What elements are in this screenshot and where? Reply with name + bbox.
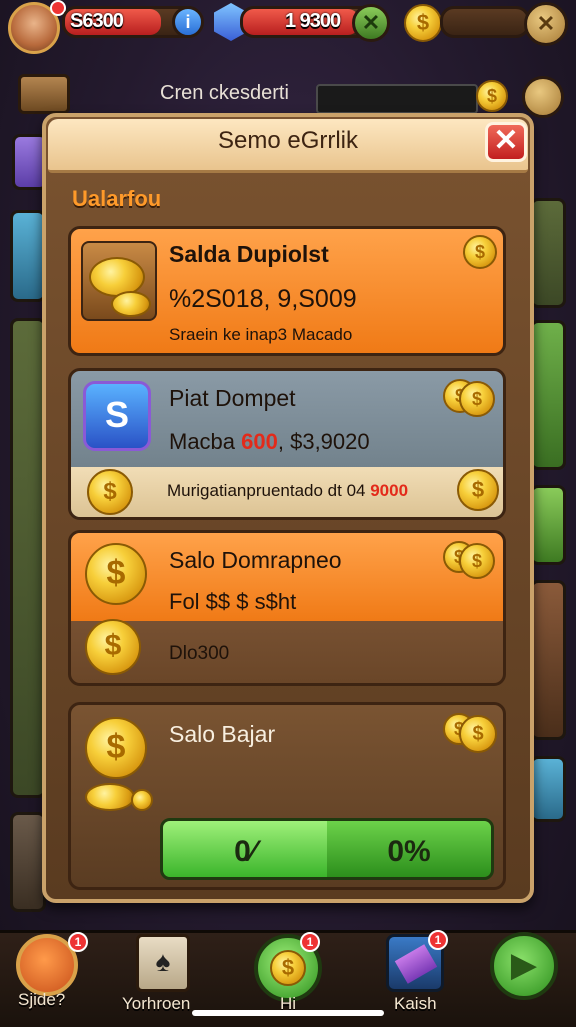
card-2-footer: $ Murigatianpruentado dt 04 9000 $: [71, 467, 503, 517]
balance-mid-value: 1 9300: [285, 10, 341, 32]
nav-item-3-label[interactable]: Kaish: [394, 994, 437, 1014]
progress-left-label: 0⁄: [234, 835, 256, 868]
side-tile-right-4[interactable]: [530, 580, 566, 740]
card-2-line: Macba 600, $3,9020: [169, 429, 370, 455]
nav-item-0-label[interactable]: Sjide?: [18, 990, 65, 1010]
gem-badge-icon: S: [83, 381, 151, 451]
side-tile-right-3[interactable]: [530, 485, 566, 565]
close-x-icon: ✕: [361, 10, 381, 35]
wallet-card-2[interactable]: S Piat Dompet Macba 600, $3,9020 $ $ $ M…: [68, 368, 506, 520]
chest-icon[interactable]: [18, 74, 70, 114]
card-2-line-prefix: Macba: [169, 429, 242, 454]
cards-icon[interactable]: ♠: [136, 934, 190, 992]
card-3-footer: Dlo300: [169, 643, 230, 664]
coin-icon: $: [459, 543, 495, 579]
modal-close-button[interactable]: ✕: [485, 122, 527, 162]
top-bar: S6300 i 1 9300 ✕ $ ✕: [0, 0, 576, 54]
coin-icon: $: [457, 469, 499, 511]
card-1-subtext: Sraein ke inap3 Macado: [169, 325, 353, 344]
side-tile-left-3[interactable]: [10, 318, 46, 798]
card-2-line-suffix: , $3,9020: [277, 429, 370, 454]
card-4-title: Salo Bajar: [169, 721, 276, 747]
coin-icon: $: [87, 469, 133, 515]
info-button[interactable]: i: [172, 6, 204, 38]
nav-item-0-badge: 1: [68, 932, 88, 952]
sub-bar-field: [316, 84, 478, 114]
coin-stack-icon: [85, 783, 135, 811]
card-2-footer-text: Murigatianpruentado dt 04 9000: [167, 481, 408, 501]
card-2-title: Piat Dompet: [169, 385, 296, 411]
coin-icon: [131, 789, 153, 811]
nav-item-3-badge: 1: [428, 930, 448, 950]
coin-icon: $: [85, 543, 147, 605]
settings-icon[interactable]: [522, 76, 564, 118]
coin-stack-icon: [81, 241, 157, 321]
coin-icon: $: [270, 950, 306, 986]
close-icon[interactable]: ✕: [524, 2, 568, 46]
sub-bar-text: Cren ckesderti: [160, 82, 289, 104]
coin-icon: $: [85, 619, 141, 675]
coin-icon: $: [459, 381, 495, 417]
side-tile-right-1[interactable]: [530, 198, 566, 308]
coin-icon: $: [404, 4, 442, 42]
play-icon[interactable]: ▶: [490, 932, 558, 1000]
coin-icon-sub: $: [476, 80, 508, 112]
home-indicator[interactable]: [192, 1010, 384, 1016]
side-tile-right-5[interactable]: [530, 756, 566, 822]
side-tile-right-2[interactable]: [530, 320, 566, 470]
side-tile-left-4[interactable]: [10, 812, 46, 912]
coin-icon: $: [85, 717, 147, 779]
card-3-line: Fol $$ $ s$ht: [169, 589, 297, 614]
add-currency-button[interactable]: ✕: [352, 4, 390, 42]
side-tile-left-2[interactable]: [10, 210, 46, 302]
progress-right-label: 0%: [387, 835, 431, 868]
nav-item-2-badge: 1: [300, 932, 320, 952]
modal-title: Semo eGrrlik: [217, 127, 359, 154]
currency-bar-right: [440, 6, 530, 38]
balance-left-value: S6300: [70, 10, 124, 32]
nav-item-1-label[interactable]: Yorhroen: [122, 994, 190, 1014]
card-2-line-red: 600: [241, 429, 278, 454]
wallet-card-3[interactable]: $ Salo Domrapneo Fol $$ $ s$ht $ $ $ Dlo…: [68, 530, 506, 686]
coin-icon: $: [463, 235, 497, 269]
card-1-title: Salda Dupiolst: [169, 241, 329, 267]
card-3-title: Salo Domrapneo: [169, 547, 342, 573]
card-2-footer-red: 9000: [370, 481, 409, 500]
card-1-value: %2S018, 9,S009: [169, 285, 357, 313]
wallet-card-1[interactable]: Salda Dupiolst %2S018, 9,S009 Sraein ke …: [68, 226, 506, 356]
card-2-footer-prefix: Murigatianpruentado dt 04: [167, 481, 371, 500]
info-icon: i: [185, 12, 191, 32]
progress-bar[interactable]: 0⁄ 0%: [160, 818, 494, 880]
coin-icon: $: [459, 715, 497, 753]
section-label: Ualarfou: [72, 186, 162, 211]
